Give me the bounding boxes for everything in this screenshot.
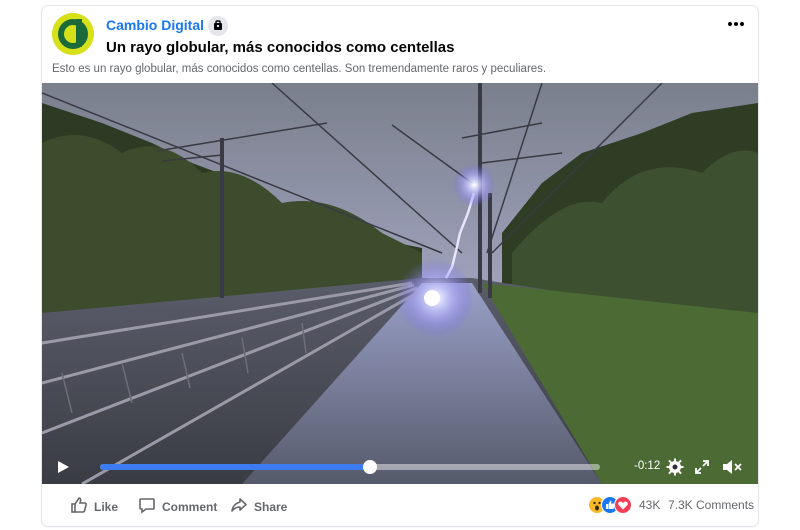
cambio-digital-logo <box>52 13 94 55</box>
comment-bubble-icon <box>138 496 156 517</box>
love-reaction-icon <box>614 496 632 514</box>
post-card: Cambio Digital Un rayo globular, más con… <box>42 6 758 526</box>
like-button[interactable]: Like <box>70 496 118 517</box>
video-controls: -0:12 <box>42 450 758 484</box>
post-action-bar: Like Comment Share 43K 7.3K Comments <box>42 491 758 521</box>
time-remaining: -0:12 <box>634 460 661 472</box>
mute-icon[interactable] <box>722 458 742 476</box>
thumbs-up-icon <box>70 496 88 517</box>
comment-label: Comment <box>162 499 218 514</box>
share-arrow-icon <box>230 496 248 517</box>
post-description: Esto es un rayo globular, más conocidos … <box>52 63 547 75</box>
post-title: Un rayo globular, más conocidos como cen… <box>106 39 455 56</box>
video-frame <box>42 83 758 484</box>
share-label: Share <box>254 499 288 514</box>
video-progress-handle[interactable] <box>363 460 377 474</box>
play-icon[interactable] <box>56 460 70 474</box>
page-avatar[interactable] <box>52 13 94 55</box>
video-player[interactable]: -0:12 <box>42 83 758 484</box>
like-label: Like <box>94 499 119 514</box>
page-badge-icon[interactable] <box>208 16 228 36</box>
more-dots-icon[interactable] <box>726 16 746 32</box>
gear-icon[interactable] <box>666 458 684 476</box>
expand-icon[interactable] <box>694 459 710 475</box>
video-progress-fill <box>100 464 370 470</box>
comments-count[interactable]: 7.3K Comments <box>668 498 754 512</box>
share-button[interactable]: Share <box>230 496 287 517</box>
comment-button[interactable]: Comment <box>138 496 217 517</box>
video-progress-bar[interactable] <box>100 460 600 474</box>
reactions-count[interactable]: 43K <box>639 498 660 512</box>
page-name-link[interactable]: Cambio Digital <box>106 17 204 33</box>
